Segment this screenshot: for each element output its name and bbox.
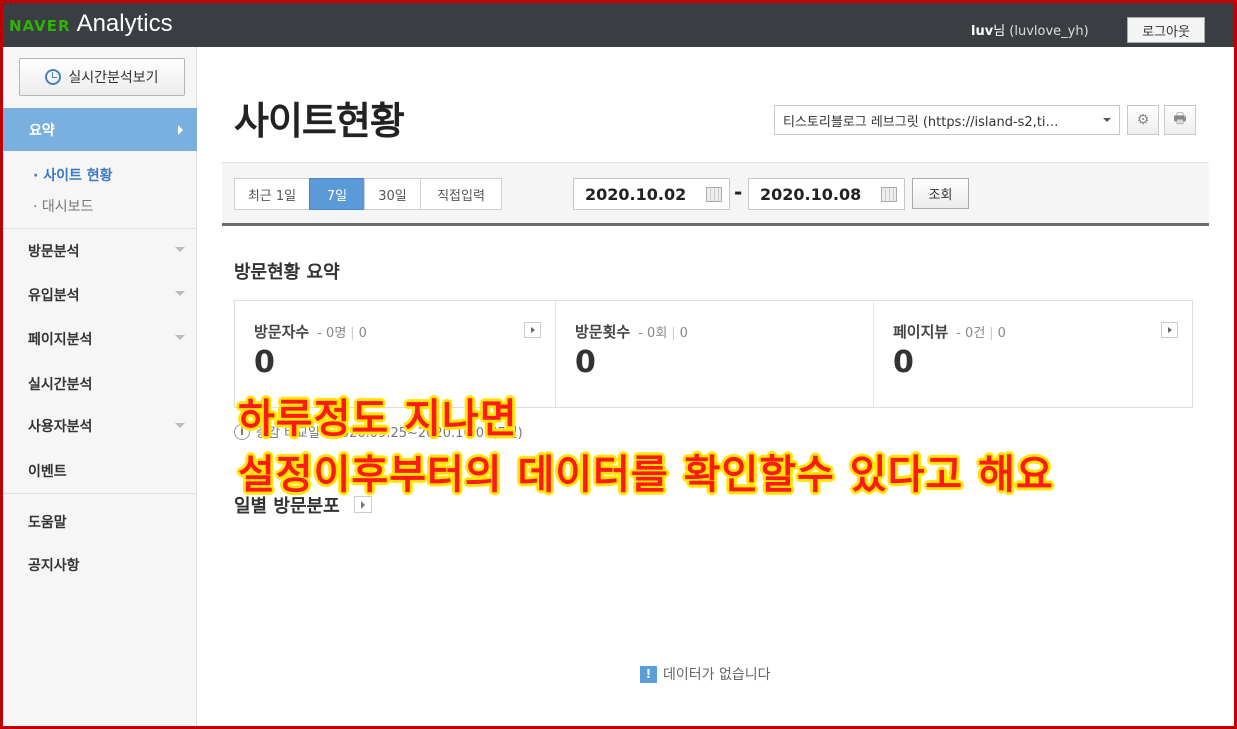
- overlay-annotation-line-1: 하루정도 지나면: [238, 396, 518, 442]
- calendar-icon[interactable]: [706, 187, 722, 202]
- card-visits-delta: - 0회 | 0: [638, 326, 688, 341]
- printer-icon: 🖶: [1173, 111, 1187, 127]
- calendar-icon[interactable]: [881, 187, 897, 202]
- sidebar-item-realtime-analysis[interactable]: 실시간분석: [28, 374, 92, 394]
- chevron-down-icon: [175, 423, 185, 428]
- delta-a: 0명: [326, 326, 347, 341]
- sidebar: 실시간분석보기 요약 · 사이트 현황 · 대시보드 방문분석 유입분석 페이지…: [3, 47, 197, 726]
- sidebar-item-summary-label: 요약: [29, 122, 55, 139]
- top-bar: NAVER Analytics luv님 (luvlove_yh) 로그아웃: [3, 3, 1234, 47]
- sidebar-item-user-analysis[interactable]: 사용자분석: [28, 416, 92, 436]
- card-visitors-label-row: 방문자수 - 0명 | 0: [254, 321, 367, 342]
- card-pageviews-label: 페이지뷰: [893, 323, 949, 341]
- card-visitors-value: 0: [254, 345, 275, 380]
- card-visitors-delta: - 0명 | 0: [317, 326, 367, 341]
- dropdown-arrow-icon: [1103, 118, 1111, 122]
- user-info: luv님 (luvlove_yh): [971, 20, 1089, 39]
- delta-a: 0회: [647, 326, 668, 341]
- tab-recent-1-day[interactable]: 최근 1일: [234, 178, 310, 210]
- logo[interactable]: NAVER Analytics: [9, 10, 173, 38]
- logout-button[interactable]: 로그아웃: [1127, 17, 1205, 43]
- user-id: (luvlove_yh): [1009, 24, 1089, 39]
- overlay-annotation-line-2: 설정이후부터의 데이터를 확인할수 있다고 해요: [238, 452, 1054, 498]
- end-date-field[interactable]: 2020.10.08: [748, 178, 905, 210]
- delta-prefix: -: [638, 326, 643, 341]
- chevron-right-icon: [178, 125, 183, 135]
- card-visits-label-row: 방문횟수 - 0회 | 0: [575, 321, 688, 342]
- sidebar-subitem-dashboard[interactable]: · 대시보드: [33, 196, 93, 216]
- user-name: luv: [971, 24, 994, 39]
- delta-b: 0: [997, 326, 1006, 341]
- card-pageviews-label-row: 페이지뷰 - 0건 | 0: [893, 321, 1006, 342]
- card-pageviews-delta: - 0건 | 0: [956, 326, 1006, 341]
- sidebar-item-help[interactable]: 도움말: [28, 512, 67, 532]
- sidebar-item-event[interactable]: 이벤트: [28, 461, 67, 481]
- chevron-down-icon: [175, 247, 185, 252]
- tab-custom-input[interactable]: 직접입력: [420, 178, 502, 210]
- page-title: 사이트현황: [234, 99, 405, 143]
- end-date-value: 2020.10.08: [760, 184, 862, 204]
- delta-a: 0건: [965, 326, 986, 341]
- delta-prefix: -: [956, 326, 961, 341]
- delta-prefix: -: [317, 326, 322, 341]
- date-separator: -: [734, 180, 743, 204]
- delta-b: 0: [679, 326, 688, 341]
- expand-arrow-icon[interactable]: [1161, 322, 1178, 338]
- exclamation-icon: !: [640, 665, 657, 683]
- sidebar-item-page-analysis[interactable]: 페이지분석: [28, 329, 92, 349]
- site-select-value: 티스토리블로그 레브그릿 (https://island-s2,ti…: [783, 114, 1059, 130]
- tab-30-days[interactable]: 30일: [364, 178, 421, 210]
- clock-icon: [45, 69, 62, 85]
- divider: [3, 493, 197, 494]
- expand-arrow-icon[interactable]: [524, 322, 541, 338]
- site-select[interactable]: 티스토리블로그 레브그릿 (https://island-s2,ti…: [774, 105, 1120, 135]
- card-visitors-label: 방문자수: [254, 323, 310, 341]
- logo-naver: NAVER: [9, 17, 71, 35]
- no-data-text: 데이터가 없습니다: [663, 667, 771, 683]
- print-button[interactable]: 🖶: [1164, 105, 1196, 135]
- sidebar-item-inflow-analysis[interactable]: 유입분석: [28, 285, 80, 305]
- chevron-down-icon: [175, 291, 185, 296]
- visit-summary-title: 방문현황 요약: [234, 262, 340, 283]
- no-data-message: ! 데이터가 없습니다: [640, 664, 771, 684]
- card-visits-value: 0: [575, 345, 596, 380]
- card-pageviews: 페이지뷰 - 0건 | 0 0: [873, 301, 1192, 407]
- realtime-view-label: 실시간분석보기: [68, 70, 159, 86]
- card-pageviews-value: 0: [893, 345, 914, 380]
- sidebar-item-summary[interactable]: 요약: [3, 108, 197, 151]
- sidebar-item-notice[interactable]: 공지사항: [28, 555, 80, 575]
- card-visits: 방문횟수 - 0회 | 0 0: [555, 301, 873, 407]
- delta-b: 0: [358, 326, 367, 341]
- tab-7-days[interactable]: 7일: [309, 178, 365, 210]
- sidebar-item-visit-analysis[interactable]: 방문분석: [28, 241, 80, 261]
- sidebar-subitem-site-status[interactable]: · 사이트 현황: [33, 165, 112, 185]
- chevron-down-icon: [175, 335, 185, 340]
- start-date-field[interactable]: 2020.10.02: [573, 178, 730, 210]
- gear-icon: ⚙: [1136, 112, 1150, 128]
- settings-button[interactable]: ⚙: [1127, 105, 1159, 135]
- logo-analytics: Analytics: [76, 10, 173, 37]
- divider: [3, 228, 197, 229]
- user-suffix: 님: [993, 24, 1006, 39]
- realtime-view-button[interactable]: 실시간분석보기: [19, 58, 185, 96]
- card-visits-label: 방문횟수: [575, 323, 631, 341]
- start-date-value: 2020.10.02: [585, 184, 687, 204]
- search-button[interactable]: 조회: [912, 178, 969, 209]
